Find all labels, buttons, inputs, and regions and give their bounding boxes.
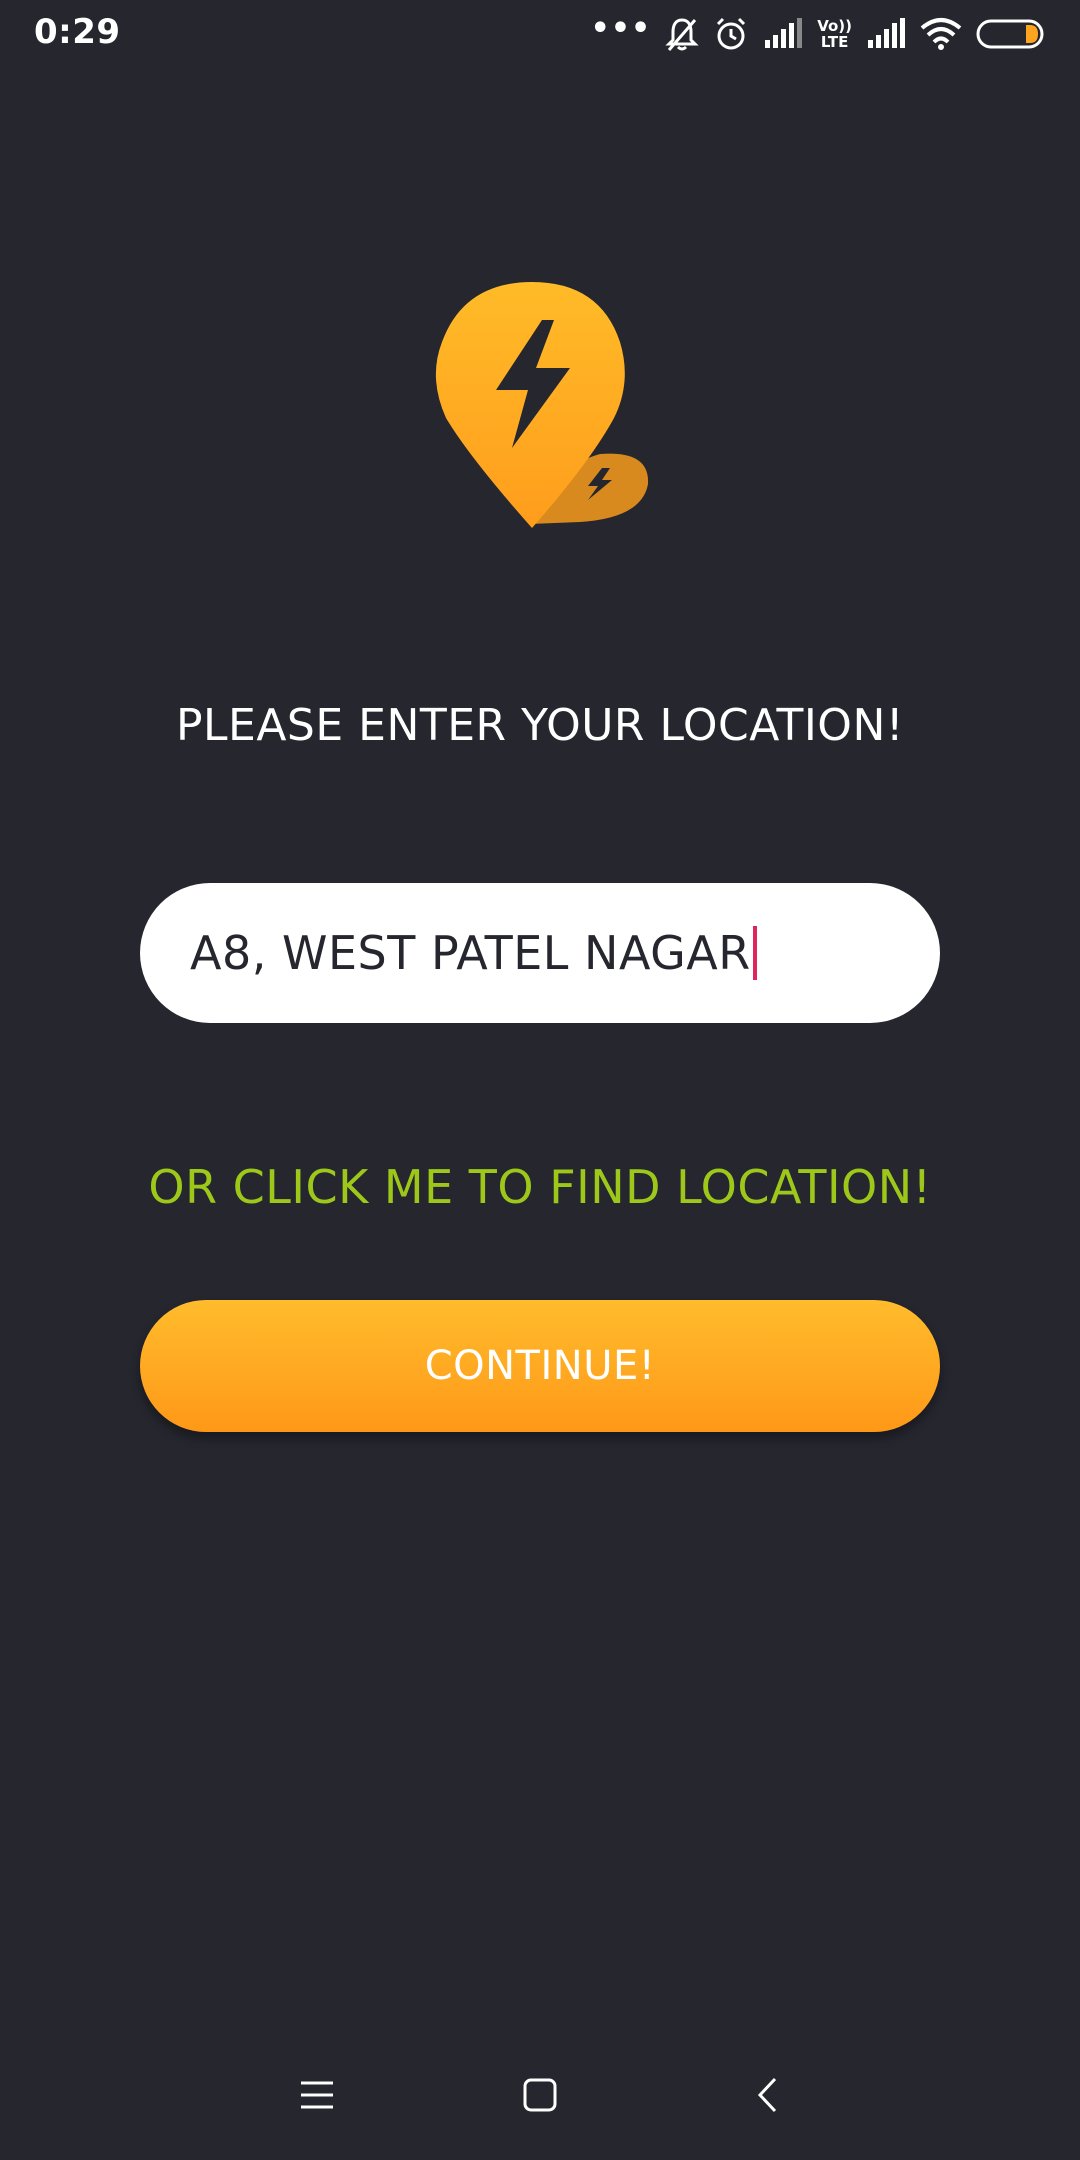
home-button[interactable] [505, 2060, 575, 2130]
text-cursor [752, 926, 757, 980]
back-button[interactable] [732, 2060, 802, 2130]
home-icon [523, 2078, 557, 2112]
app-logo [430, 278, 650, 538]
page-title: PLEASE ENTER YOUR LOCATION! [175, 700, 904, 751]
signal-icon [866, 18, 906, 50]
menu-button[interactable] [282, 2060, 352, 2130]
alarm-icon [713, 16, 749, 52]
volte-icon: Vo)) LTE [817, 18, 852, 50]
status-icons: ••• Vo)) LTE [591, 12, 1046, 56]
status-time: 0:29 [34, 12, 121, 52]
navigation-bar [0, 2060, 1080, 2130]
volte-label-bottom: LTE [820, 33, 849, 51]
location-input[interactable]: A8, WEST PATEL NAGAR [140, 883, 940, 1023]
lightning-pin-logo [435, 282, 649, 528]
signal-icon [763, 18, 803, 50]
back-icon [757, 2077, 777, 2113]
bell-muted-icon [665, 16, 699, 52]
status-bar: 0:29 ••• Vo)) LTE [0, 0, 1080, 68]
location-input-value[interactable]: A8, WEST PATEL NAGAR [190, 926, 751, 980]
find-location-link[interactable]: OR CLICK ME TO FIND LOCATION! [0, 1160, 1080, 1214]
wifi-icon [920, 17, 962, 51]
continue-button[interactable]: CONTINUE! [140, 1300, 940, 1432]
more-dots-icon: ••• [590, 11, 652, 46]
battery-icon [976, 18, 1046, 50]
menu-icon [301, 2081, 333, 2109]
